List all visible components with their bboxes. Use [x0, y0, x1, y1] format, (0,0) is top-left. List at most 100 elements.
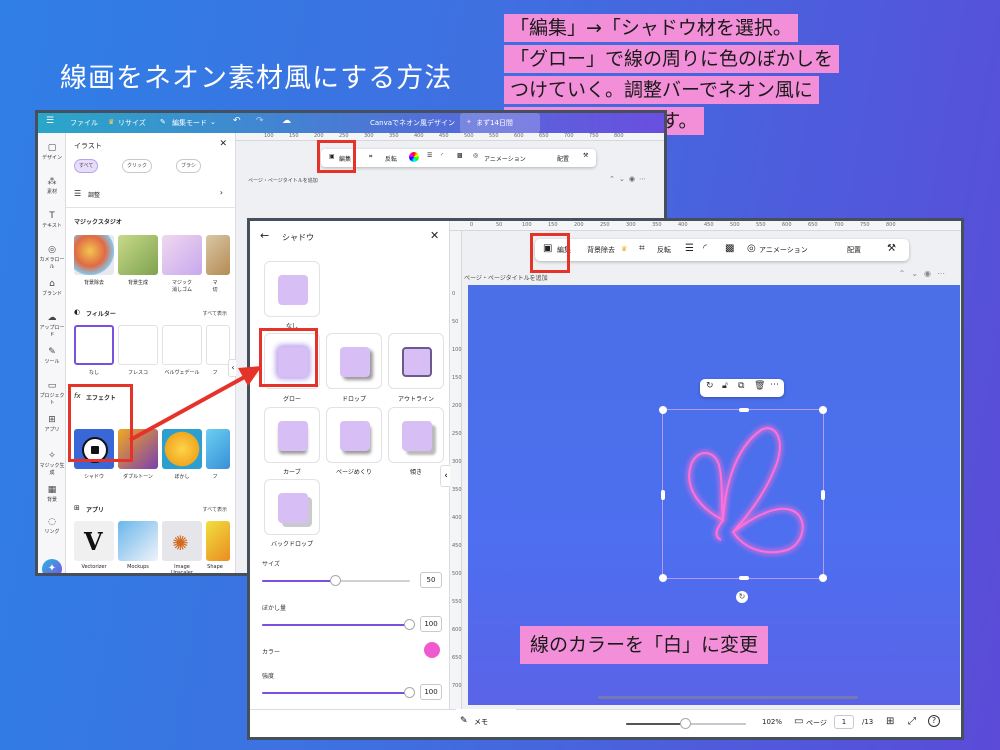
color-wheel-icon[interactable]	[409, 152, 419, 162]
shadow-angle-option[interactable]	[388, 407, 444, 463]
page-controls-icons[interactable]: ⌃⌄◉⋯	[609, 175, 650, 183]
transparency-icon[interactable]: ▩	[457, 152, 463, 159]
rail-elements[interactable]: ⁂ 素材	[38, 177, 66, 195]
duplicate-icon[interactable]: ⧉	[738, 381, 744, 391]
file-menu[interactable]: ファイル	[70, 118, 98, 128]
rail-magic[interactable]: ✧ マジック生成	[38, 451, 66, 476]
magic-bg-generate-thumb[interactable]	[118, 235, 158, 275]
blur-slider-knob[interactable]	[404, 619, 415, 630]
rail-camera-roll[interactable]: ◎ カメラロール	[38, 245, 66, 270]
toolbar-animation[interactable]: アニメーション	[484, 154, 526, 163]
close-icon[interactable]: ✕	[430, 229, 439, 242]
resize-menu[interactable]: リサイズ	[118, 118, 146, 128]
grid-view-icon[interactable]: ⊞	[886, 716, 894, 727]
shadow-curve-option[interactable]	[264, 407, 320, 463]
color-swatch[interactable]	[424, 642, 440, 658]
filter-belvedere-thumb[interactable]	[162, 325, 202, 365]
shadow-outline-option[interactable]	[388, 333, 444, 389]
chevron-down-icon[interactable]: ⌄	[210, 118, 216, 126]
size-slider[interactable]	[262, 575, 410, 586]
rail-design[interactable]: ▢ デザイン	[38, 143, 66, 161]
trash-icon[interactable]: 🗑︎	[754, 381, 765, 391]
cloud-icon[interactable]: ☁	[282, 116, 291, 126]
rail-projects[interactable]: ▭ プロジェクト	[38, 381, 66, 406]
adjust-label[interactable]: 調整	[88, 190, 100, 199]
shadow-drop-option[interactable]	[326, 333, 382, 389]
app-mockups-thumb[interactable]	[118, 521, 158, 561]
app-shape-thumb[interactable]	[206, 521, 230, 561]
rail-apps[interactable]: ⊞ アプリ	[38, 415, 66, 433]
toolbar-bg-remove[interactable]: 背景除去	[587, 245, 615, 255]
chip-all[interactable]: すべて	[74, 159, 99, 173]
selection-box[interactable]	[659, 406, 827, 582]
paint-roller-icon[interactable]: ⚒	[583, 152, 588, 159]
blur-slider[interactable]	[262, 619, 415, 630]
size-slider-knob[interactable]	[330, 575, 341, 586]
edit-mode-button[interactable]: 編集モード	[172, 118, 207, 128]
page-label[interactable]: ページ	[806, 718, 827, 728]
rotate-handle-icon[interactable]: ↻	[736, 591, 748, 603]
toolbar-flip[interactable]: 反転	[657, 245, 671, 255]
magic-bg-remove-thumb[interactable]	[74, 235, 114, 275]
size-value[interactable]: 50	[420, 572, 442, 588]
filters-see-all[interactable]: すべて表示	[203, 310, 227, 317]
fullscreen-icon[interactable]: ⤢	[908, 716, 916, 727]
zoom-slider[interactable]	[626, 718, 746, 729]
rail-text[interactable]: T テキスト	[38, 211, 66, 229]
rail-upload[interactable]: ☁ アップロード	[38, 313, 66, 338]
zoom-slider-knob[interactable]	[680, 718, 691, 729]
shadow-none-option[interactable]	[264, 261, 320, 317]
line-weight-icon[interactable]: ☰	[685, 243, 694, 254]
magic-cut-thumb[interactable]	[206, 235, 230, 275]
filter-fresco-thumb[interactable]	[118, 325, 158, 365]
magic-assistant-icon[interactable]: ✦	[42, 559, 62, 573]
rail-ring[interactable]: ◌ リング	[38, 517, 66, 535]
chip-click[interactable]: クリック	[122, 159, 153, 173]
notes-button[interactable]: メモ	[474, 717, 488, 727]
crop-icon[interactable]: ⌗	[639, 243, 645, 254]
toolbar-animation[interactable]: アニメーション	[759, 245, 808, 255]
toolbar-flip[interactable]: 反転	[385, 154, 397, 163]
app-vectorizer-thumb[interactable]: V	[74, 521, 114, 561]
rotate-icon[interactable]: ↻	[706, 381, 714, 391]
back-arrow-icon[interactable]: ←	[260, 229, 269, 242]
canvas-scrollbar[interactable]	[598, 696, 858, 699]
blur-value[interactable]: 100	[420, 616, 442, 632]
effect-more-thumb[interactable]	[206, 429, 230, 469]
menu-icon[interactable]: ☰	[46, 116, 54, 126]
app-upscaler-thumb[interactable]: ✺	[162, 521, 202, 561]
rail-brand[interactable]: ⌂ ブランド	[38, 279, 66, 297]
paint-roller-icon[interactable]: ⚒	[887, 243, 896, 254]
apps-see-all[interactable]: すべて表示	[203, 506, 227, 513]
transparency-icon[interactable]: ▩	[725, 243, 734, 254]
help-icon[interactable]: ?	[928, 715, 940, 727]
filter-more-thumb[interactable]	[206, 325, 230, 365]
lock-icon[interactable]: 🔓︎	[722, 381, 728, 391]
magic-eraser-thumb[interactable]	[162, 235, 202, 275]
shadow-backdrop-option[interactable]	[264, 479, 320, 535]
zoom-level[interactable]: 102%	[762, 718, 782, 726]
document-title[interactable]: Canvaでネオン風デザイン	[370, 118, 455, 128]
trial-button[interactable]: まず14日間	[476, 118, 513, 128]
line-weight-icon[interactable]: ☰	[427, 152, 432, 159]
chevron-right-icon[interactable]: ›	[220, 188, 223, 197]
intensity-slider-knob[interactable]	[404, 687, 415, 698]
toolbar-arrange[interactable]: 配置	[847, 245, 861, 255]
undo-icon[interactable]: ↶	[233, 116, 241, 126]
corner-icon[interactable]: ◜	[703, 243, 707, 254]
shadow-page-curl-option[interactable]	[326, 407, 382, 463]
page-title-label[interactable]: ページ・ページタイトルを追加	[464, 273, 548, 282]
filter-none-thumb[interactable]	[74, 325, 114, 365]
redo-icon[interactable]: ↷	[256, 116, 264, 126]
chip-brush[interactable]: ブラシ	[176, 159, 201, 173]
more-icon[interactable]: ⋯	[770, 380, 779, 390]
corner-icon[interactable]: ◜	[441, 152, 443, 159]
toolbar-arrange[interactable]: 配置	[557, 154, 569, 163]
close-icon[interactable]: ✕	[219, 139, 227, 149]
page-controls-icons[interactable]: ⌃⌄◉⋯	[899, 269, 951, 278]
rail-tools[interactable]: ✎ ツール	[38, 347, 66, 365]
effect-blur-thumb[interactable]	[162, 429, 202, 469]
rail-background[interactable]: ▦ 背景	[38, 485, 66, 503]
intensity-value[interactable]: 100	[420, 684, 442, 700]
page-title-label[interactable]: ページ・ページタイトルを追加	[248, 177, 318, 184]
